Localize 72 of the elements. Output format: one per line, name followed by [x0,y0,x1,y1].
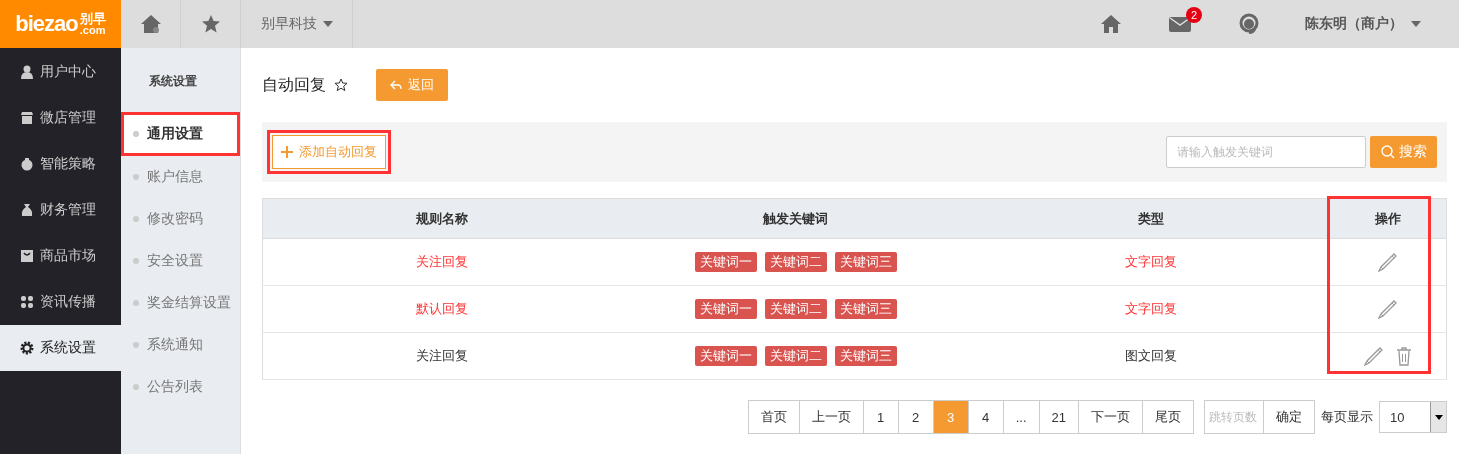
submenu-item[interactable]: 修改密码 [121,198,240,240]
search-field[interactable]: 请输入触发关键词 [1166,136,1366,168]
home-icon[interactable] [1101,15,1121,33]
bullet-icon [133,216,139,222]
bullet-icon [133,384,139,390]
table-cell: 关注回复 [415,348,468,363]
page-title: 自动回复 [262,74,326,95]
home-icon[interactable] [139,14,162,34]
bullet-icon [133,342,139,348]
grid-icon [20,295,34,309]
submenu-title: 系统设置 [148,73,198,90]
delete-icon[interactable] [1396,346,1413,366]
submenu-item[interactable]: 奖金结算设置 [121,282,240,324]
column-header: 操作 [1330,198,1447,239]
submenu-item[interactable]: 安全设置 [121,240,240,282]
edit-icon[interactable] [1364,346,1385,366]
confirm-button[interactable]: 确定 [1264,400,1315,434]
keyword-tag: 关键词二 [764,299,827,319]
submenu-item[interactable]: 系统通知 [121,324,240,366]
search-icon [1380,145,1395,159]
table-cell: 关注回复 [415,254,468,269]
sidebar-item[interactable]: 用户中心 [0,49,121,95]
keyword-tag: 关键词一 [694,299,757,319]
keyword-tag: 关键词二 [764,252,827,272]
keyword-tag: 关键词二 [764,346,827,366]
sidebar-item[interactable]: 微店管理 [0,95,121,141]
keyword-tag: 关键词一 [694,252,757,272]
bullet-icon [133,300,139,306]
reply-arrow-icon [390,80,402,90]
column-header: 规则名称 [262,198,621,239]
page-jump-field[interactable]: 跳转页数 [1204,400,1264,434]
column-header: 触发关键词 [620,198,971,239]
company-dropdown[interactable]: 别早科技 [241,0,353,48]
edit-icon[interactable] [1378,299,1399,319]
notification-badge: 2 [1186,6,1202,23]
sidebar-item[interactable]: 系统设置 [0,325,121,371]
caret-icon [1434,414,1443,420]
caret-icon [1411,21,1421,27]
sidebar-item[interactable]: 商品市场 [0,233,121,279]
star-icon[interactable] [334,78,348,92]
sidebar-item[interactable]: 财务管理 [0,187,121,233]
shop-icon [20,111,34,125]
keyword-tag: 关键词三 [834,346,897,366]
table-cell: 图文回复 [1124,348,1177,363]
submenu-item[interactable]: 账户信息 [121,156,240,198]
star-icon[interactable] [200,14,221,34]
mail-icon[interactable] [1169,16,1191,32]
sidebar-item[interactable]: 智能策略 [0,141,121,187]
bulb-icon [20,157,34,171]
keyword-tag: 关键词一 [694,346,757,366]
per-page-label: 每页显示 [1321,408,1373,426]
table-cell: 文字回复 [1124,254,1177,269]
bullet-icon [133,131,139,137]
edit-icon[interactable] [1378,252,1399,272]
per-page-select[interactable]: 10 [1379,401,1447,433]
column-header: 类型 [970,198,1331,239]
user-icon [20,65,34,79]
bag-icon [20,249,34,263]
settings-icon [20,341,34,355]
table-cell: 文字回复 [1124,301,1177,316]
money-bag-icon [20,203,34,217]
sidebar-item[interactable]: 资讯传播 [0,279,121,325]
user-menu[interactable]: 陈东明（商户） [1305,15,1421,33]
submenu-item[interactable]: 公告列表 [121,366,240,408]
plus-icon [281,146,293,158]
bullet-icon [133,174,139,180]
keyword-tag: 关键词三 [834,252,897,272]
keyword-tag: 关键词三 [834,299,897,319]
caret-icon [322,21,333,27]
submenu-item[interactable]: 通用设置 [121,112,240,156]
bullet-icon [133,258,139,264]
table-cell: 默认回复 [415,301,468,316]
